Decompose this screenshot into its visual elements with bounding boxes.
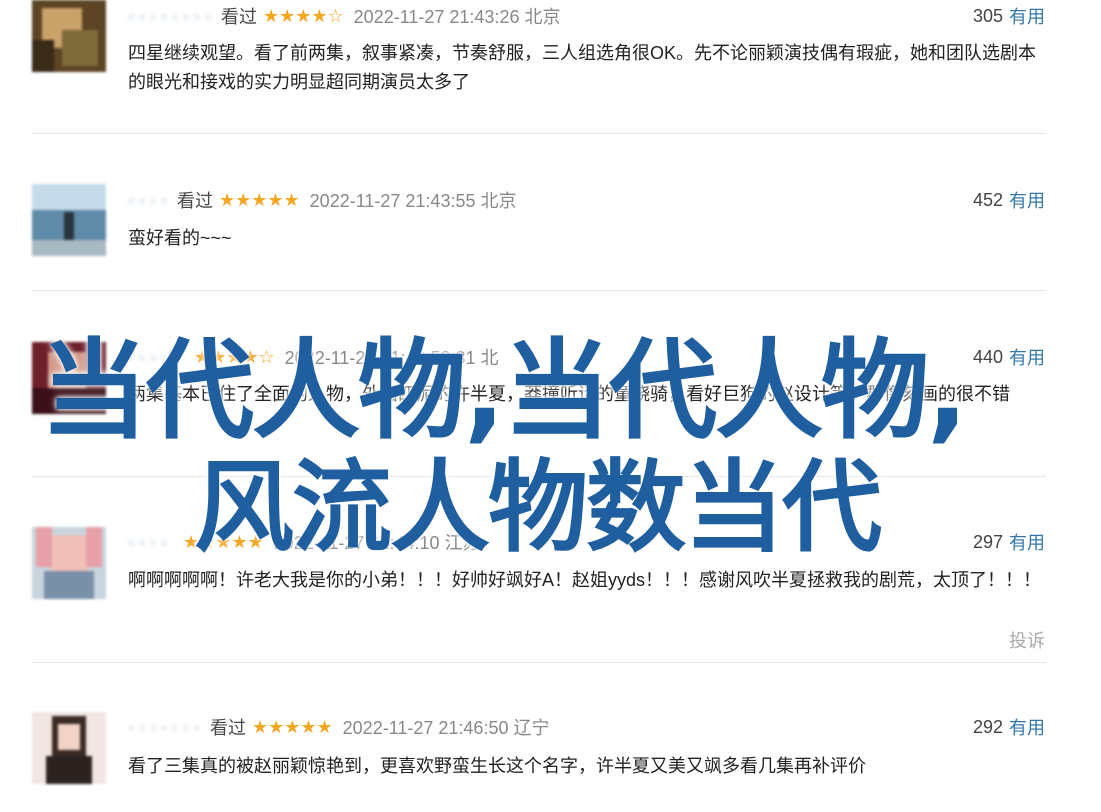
comment-time: 2022-11-27 21:43:26 北京 [353, 7, 561, 27]
username-link[interactable]: · · · · · · · · [128, 6, 211, 27]
divider [32, 476, 1046, 477]
rating-stars: ★★★★★ [182, 531, 264, 552]
comment-meta: · · · · · · · 看过 ★★★★★ 2022-11-27 21:46:… [128, 715, 549, 739]
username-link[interactable]: · · · · [128, 532, 167, 553]
avatar[interactable] [32, 0, 106, 72]
divider [32, 662, 1046, 663]
vote-count: 440 [972, 346, 1003, 367]
comment-meta: · · · · 看过 ★★★★★ 2022-11-27 21:43:55 北京 [128, 188, 516, 212]
username-link[interactable]: · · · · · [128, 347, 178, 368]
useful-button[interactable]: 有用 [1009, 344, 1045, 370]
comment-time: 2022-11-27 21:43:55 北京 [309, 191, 517, 211]
watched-label: 看过 [209, 718, 246, 738]
watched-label: 看过 [176, 191, 213, 211]
comment-time: 2022-11-27 21:43:58:31 北 [284, 348, 499, 368]
vote-area: 440 有用 [973, 345, 1045, 369]
comment-text: 蛮好看的~~~ [128, 228, 232, 248]
watched-label: 看过 [220, 7, 257, 27]
avatar[interactable] [32, 184, 106, 256]
useful-button[interactable]: 有用 [1009, 3, 1045, 29]
vote-area: 452 有用 [973, 188, 1045, 212]
avatar[interactable] [32, 342, 106, 414]
vote-area: 292 有用 [973, 715, 1045, 739]
username-link[interactable]: · · · · · · · [128, 717, 200, 738]
comment-meta: · · · · ★★★★★ 2022-11-27 21:44:10 江苏 [128, 530, 480, 554]
avatar[interactable] [32, 527, 106, 599]
useful-button[interactable]: 有用 [1009, 187, 1045, 213]
comment-text: 四星继续观望。看了前两集，叙事紧凑，节奏舒服，三人组选角很OK。先不论丽颖演技偶… [128, 43, 1037, 92]
rating-stars: ★★★★☆ [193, 346, 275, 367]
vote-count: 297 [972, 531, 1003, 552]
vote-count: 305 [972, 5, 1003, 26]
comment-text: 两集基本已住了全面的人物，外面四泥的许半夏，莽撞听话的童骁骑，看好巨狗的赵设计等… [128, 384, 1010, 404]
comment-meta: · · · · · · · · 看过 ★★★★☆ 2022-11-27 21:4… [128, 4, 560, 28]
divider [32, 133, 1046, 134]
rating-stars: ★★★★☆ [262, 5, 344, 26]
comment-text: 看了三集真的被赵丽颖惊艳到，更喜欢野蛮生长这个名字，许半夏又美又飒多看几集再补评… [128, 756, 866, 776]
vote-area: 305 有用 [973, 4, 1045, 28]
divider [32, 290, 1046, 291]
rating-stars: ★★★★★ [218, 189, 300, 210]
comment-time: 2022-11-27 21:46:50 辽宁 [342, 718, 550, 738]
useful-button[interactable]: 有用 [1009, 714, 1045, 740]
comment-time: 2022-11-27 21:44:10 江苏 [273, 533, 481, 553]
report-button[interactable]: 投诉 [1009, 627, 1045, 653]
vote-count: 292 [972, 716, 1003, 737]
comment-meta: · · · · · ★★★★☆ 2022-11-27 21:43:58:31 北 [128, 345, 499, 369]
vote-count: 452 [972, 189, 1003, 210]
avatar[interactable] [32, 712, 106, 784]
comment-text: 啊啊啊啊啊！许老大我是你的小弟！！！好帅好飒好A！赵姐yyds！！！感谢风吹半夏… [128, 570, 1042, 590]
vote-area: 297 有用 [973, 530, 1045, 554]
useful-button[interactable]: 有用 [1009, 529, 1045, 555]
rating-stars: ★★★★★ [251, 716, 333, 737]
username-link[interactable]: · · · · [128, 190, 167, 211]
